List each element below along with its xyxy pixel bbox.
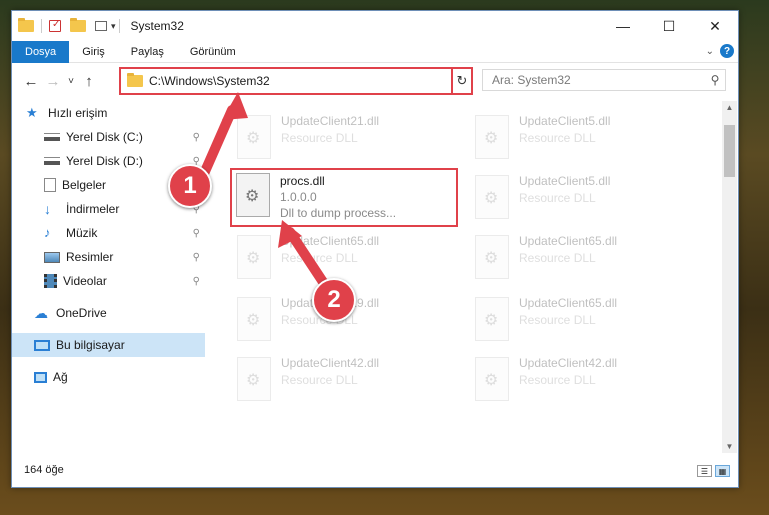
arrow-to-address-bar — [198, 105, 237, 181]
step-2-badge: 2 — [312, 278, 356, 322]
arrow-to-procs-dll — [285, 227, 330, 290]
step-1-badge: 1 — [168, 164, 212, 208]
arrowhead-1 — [222, 92, 248, 120]
annotation-arrows — [198, 92, 330, 290]
